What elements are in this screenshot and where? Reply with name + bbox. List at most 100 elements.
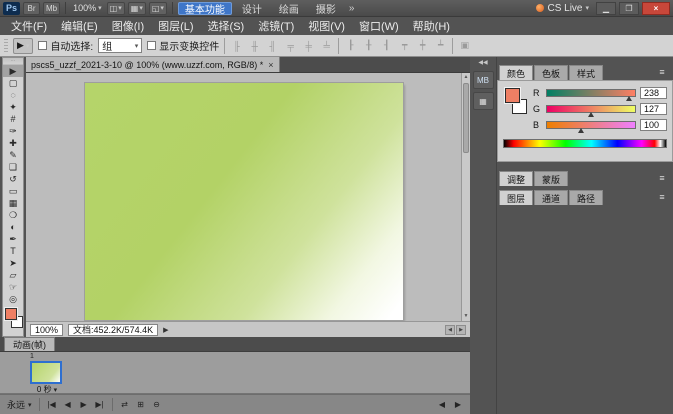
menu-filter[interactable]: 滤镜(T) (251, 16, 301, 36)
cs-live-button[interactable]: CS Live ▾ (532, 3, 593, 14)
tab-swatches[interactable]: 色板 (534, 65, 568, 80)
auto-select-target-dropdown[interactable]: 组 ▾ (98, 38, 142, 53)
distribute-right-icon[interactable]: ┨ (380, 40, 393, 51)
align-bottom-icon[interactable]: ╧ (320, 41, 333, 51)
eraser-tool[interactable]: ▭ (3, 185, 23, 197)
tab-channels[interactable]: 通道 (534, 190, 568, 205)
red-value-field[interactable]: 238 (640, 87, 667, 99)
scroll-left-icon[interactable]: ◀ (435, 398, 449, 412)
foreground-color-swatch[interactable] (5, 308, 17, 320)
move-tool[interactable]: ▶ (3, 65, 23, 77)
panel-menu-icon[interactable]: ≡ (654, 191, 670, 203)
options-bar-grip[interactable] (4, 39, 8, 53)
align-right-icon[interactable]: ╢ (266, 41, 279, 51)
green-value-field[interactable]: 127 (640, 103, 667, 115)
green-slider-thumb[interactable] (588, 112, 594, 117)
previous-frame-button[interactable]: ◀ (61, 398, 75, 412)
menu-select[interactable]: 选择(S) (201, 16, 252, 36)
first-frame-button[interactable]: |◀ (45, 398, 59, 412)
rect-marquee-tool[interactable]: ▢ (3, 77, 23, 89)
distribute-top-icon[interactable]: ┯ (398, 40, 411, 51)
align-left-icon[interactable]: ╟ (230, 41, 243, 51)
pen-tool[interactable]: ✒ (3, 233, 23, 245)
zoom-tool[interactable]: ◎ (3, 293, 23, 305)
tool-preset-picker[interactable]: ▶ ▾ (13, 38, 33, 54)
path-selection-tool[interactable]: ➤ (3, 257, 23, 269)
menu-layer[interactable]: 图层(L) (151, 16, 200, 36)
canvas-image[interactable] (85, 83, 403, 320)
play-button[interactable]: ▶ (77, 398, 91, 412)
show-transform-checkbox[interactable] (147, 41, 156, 50)
quick-selection-tool[interactable]: ✦ (3, 101, 23, 113)
tab-styles[interactable]: 样式 (569, 65, 603, 80)
blur-tool[interactable]: ❍ (3, 209, 23, 221)
crop-tool[interactable]: # (3, 113, 23, 125)
panel-menu-icon[interactable]: ≡ (654, 66, 670, 78)
spot-healing-tool[interactable]: ✚ (3, 137, 23, 149)
expand-dock-button[interactable]: ◀◀ (470, 57, 496, 68)
distribute-bottom-icon[interactable]: ┷ (434, 40, 447, 51)
duplicate-frame-button[interactable]: ⊞ (134, 398, 148, 412)
lasso-tool[interactable]: ◌ (3, 89, 23, 101)
vertical-scroll-thumb[interactable] (463, 83, 469, 153)
workspace-photography-button[interactable]: 摄影 (309, 2, 343, 15)
blue-value-field[interactable]: 100 (640, 119, 667, 131)
tab-paths[interactable]: 路径 (569, 190, 603, 205)
workspace-essentials-button[interactable]: 基本功能 (178, 2, 232, 15)
tab-masks[interactable]: 蒙版 (534, 171, 568, 186)
brush-tool[interactable]: ✎ (3, 149, 23, 161)
color-spectrum-ramp[interactable] (503, 139, 667, 148)
launch-minibridge-button[interactable]: Mb (43, 2, 60, 15)
tab-color[interactable]: 颜色 (499, 65, 533, 80)
auto-select-checkbox[interactable] (38, 41, 47, 50)
horizontal-scrollbar[interactable]: ◀ ▶ (445, 325, 466, 335)
foreground-color-swatch[interactable] (505, 88, 520, 103)
auto-align-layers-icon[interactable]: ▣ (458, 40, 471, 51)
animation-tab[interactable]: 动画(帧) (4, 337, 55, 351)
shape-tool[interactable]: ▱ (3, 269, 23, 281)
launch-bridge-button[interactable]: Br (23, 2, 40, 15)
type-tool[interactable]: T (3, 245, 23, 257)
scroll-down-icon[interactable]: ▼ (462, 312, 470, 321)
tab-layers[interactable]: 图层 (499, 190, 533, 205)
vertical-scrollbar[interactable]: ▲ ▼ (461, 73, 470, 321)
loop-count-dropdown[interactable]: 永远 ▾ (5, 398, 34, 411)
view-extras-button[interactable]: ◫ ▾ (107, 2, 125, 15)
animation-frame[interactable]: 1 0 秒 ▾ (28, 353, 66, 395)
tool-panel-grip[interactable]: ⋯ (3, 58, 23, 65)
next-frame-button[interactable]: ▶| (93, 398, 107, 412)
status-zoom-field[interactable]: 100% (30, 324, 63, 336)
menu-file[interactable]: 文件(F) (4, 16, 54, 36)
align-top-icon[interactable]: ╤ (284, 41, 297, 51)
dodge-tool[interactable]: ◐ (3, 221, 23, 233)
delete-frame-button[interactable]: ⊖ (150, 398, 164, 412)
restore-button[interactable]: ❐ (619, 2, 639, 15)
green-channel-slider[interactable] (546, 105, 636, 113)
distribute-hcenter-icon[interactable]: ╂ (362, 40, 375, 51)
hand-tool[interactable]: ☞ (3, 281, 23, 293)
eyedropper-tool[interactable]: ✑ (3, 125, 23, 137)
screen-mode-button[interactable]: ◱ ▾ (149, 2, 167, 15)
gradient-tool[interactable]: ▦ (3, 197, 23, 209)
menu-window[interactable]: 窗口(W) (352, 16, 406, 36)
tween-frames-button[interactable]: ⇄ (118, 398, 132, 412)
menu-view[interactable]: 视图(V) (301, 16, 352, 36)
arrange-documents-button[interactable]: ▦ ▾ (128, 2, 146, 15)
workspace-painting-button[interactable]: 绘画 (272, 2, 306, 15)
align-vcenter-icon[interactable]: ╪ (302, 41, 315, 51)
zoom-level-control[interactable]: 100% ▾ (71, 3, 104, 13)
scroll-left-icon[interactable]: ◀ (445, 325, 455, 335)
red-slider-thumb[interactable] (626, 96, 632, 101)
align-hcenter-icon[interactable]: ╫ (248, 41, 261, 51)
close-button[interactable]: × (642, 2, 670, 15)
blue-slider-thumb[interactable] (578, 128, 584, 133)
document-tab[interactable]: pscs5_uzzf_2021-3-10 @ 100% (www.uzzf.co… (26, 57, 280, 72)
blue-channel-slider[interactable] (546, 121, 636, 129)
scroll-up-icon[interactable]: ▲ (462, 73, 470, 82)
menu-edit[interactable]: 编辑(E) (54, 16, 105, 36)
panel-menu-icon[interactable]: ≡ (654, 172, 670, 184)
menu-image[interactable]: 图像(I) (105, 16, 151, 36)
tab-adjustments[interactable]: 调整 (499, 171, 533, 186)
scroll-right-icon[interactable]: ▶ (456, 325, 466, 335)
distribute-vcenter-icon[interactable]: ┿ (416, 40, 429, 51)
